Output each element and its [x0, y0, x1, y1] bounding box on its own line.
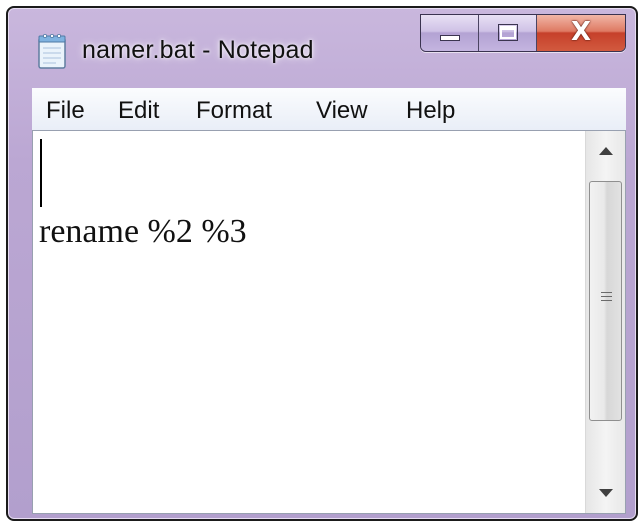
scroll-up-button[interactable]: [586, 131, 625, 171]
menu-edit[interactable]: Edit: [118, 97, 159, 125]
text-area[interactable]: rename %2 %3: [33, 131, 585, 513]
minimize-icon: [440, 35, 460, 41]
vertical-scrollbar[interactable]: [585, 131, 625, 513]
text-cursor: [40, 139, 42, 207]
menu-format[interactable]: Format: [196, 97, 272, 125]
scroll-down-arrow-icon: [598, 489, 613, 497]
notepad-window: namer.bat - Notepad X File Edit Format V…: [6, 6, 638, 521]
scroll-up-arrow-icon: [598, 147, 613, 155]
text-editor[interactable]: rename %2 %3: [32, 130, 626, 514]
caption-buttons: X: [420, 14, 626, 52]
close-icon: X: [570, 17, 592, 47]
minimize-button[interactable]: [421, 15, 479, 51]
notepad-icon: [38, 34, 66, 69]
grip-icon: [601, 292, 612, 302]
maximize-button[interactable]: [479, 15, 537, 51]
scroll-down-button[interactable]: [586, 473, 625, 513]
menu-bar: File Edit Format View Help: [32, 88, 626, 131]
scroll-thumb[interactable]: [589, 181, 622, 421]
menu-file[interactable]: File: [46, 97, 85, 125]
close-button[interactable]: X: [537, 15, 625, 51]
menu-help[interactable]: Help: [406, 97, 455, 125]
text-line: rename %2 %3: [39, 213, 247, 250]
window-title: namer.bat - Notepad: [82, 36, 314, 64]
maximize-icon: [498, 24, 518, 41]
menu-view[interactable]: View: [316, 97, 368, 125]
title-bar[interactable]: namer.bat - Notepad X: [8, 8, 636, 88]
